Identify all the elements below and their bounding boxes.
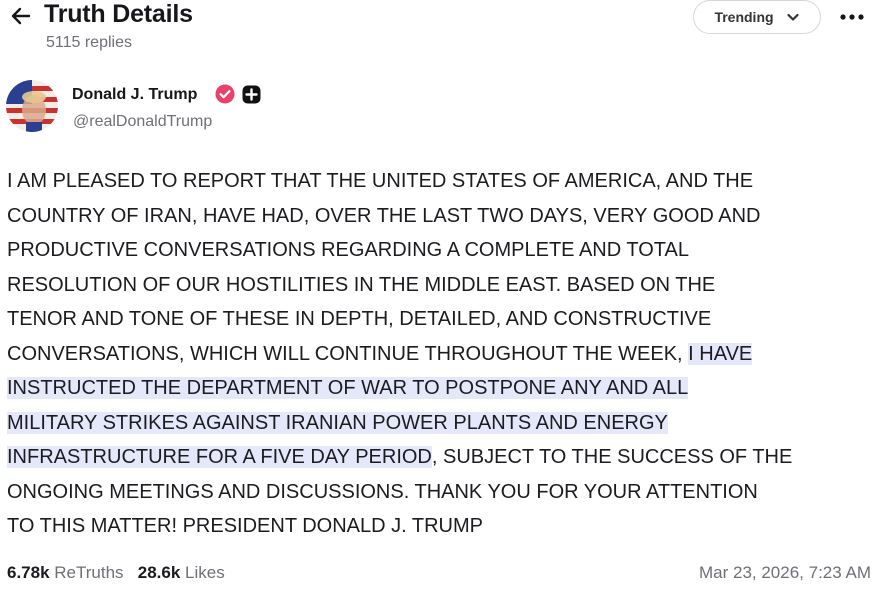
post-text-segment: RESOLUTION OF OUR HOSTILITIES IN THE MID… — [7, 273, 716, 296]
post-text-line: INSTRUCTED THE DEPARTMENT OF WAR TO POST… — [7, 371, 873, 406]
post-timestamp: Mar 23, 2026, 7:23 AM — [699, 563, 871, 582]
more-horizontal-icon — [840, 14, 864, 20]
more-options-button[interactable] — [836, 6, 868, 28]
post-text-line: I AM PLEASED TO REPORT THAT THE UNITED S… — [7, 164, 873, 199]
replies-count: 5115 replies — [46, 34, 132, 51]
post-text-line: PRODUCTIVE CONVERSATIONS REGARDING A COM… — [7, 233, 873, 268]
likes-stat[interactable]: 28.6k Likes — [138, 563, 225, 582]
arrow-left-icon — [11, 7, 31, 25]
highlighted-text: I HAVE — [688, 342, 753, 365]
highlighted-text: INFRASTRUCTURE FOR A FIVE DAY PERIOD — [7, 446, 432, 468]
post-stats: 6.78k ReTruths 28.6k Likes — [7, 563, 225, 583]
post-text-line: RESOLUTION OF OUR HOSTILITIES IN THE MID… — [7, 268, 873, 303]
author-handle[interactable]: @realDonaldTrump — [73, 113, 212, 131]
post-text-segment: CONVERSATIONS, WHICH WILL CONTINUE THROU… — [7, 342, 689, 365]
retruths-count: 6.78k — [7, 563, 50, 582]
highlighted-text: MILITARY STRIKES AGAINST IRANIAN POWER P… — [7, 411, 668, 434]
author-name[interactable]: Donald J. Trump — [72, 86, 197, 104]
post-text-line: ONGOING MEETINGS AND DISCUSSIONS. THANK … — [7, 475, 873, 510]
trending-label: Trending — [714, 9, 774, 25]
avatar[interactable] — [6, 80, 58, 132]
post-text-segment: COUNTRY OF IRAN, HAVE HAD, OVER THE LAST… — [7, 204, 761, 227]
post-text-segment: ONGOING MEETINGS AND DISCUSSIONS. THANK … — [7, 480, 758, 503]
likes-count: 28.6k — [137, 563, 181, 582]
page-header: Truth Details 5115 replies Trending — [0, 0, 873, 60]
retruths-stat[interactable]: 6.78k ReTruths — [7, 563, 124, 582]
chevron-down-icon — [786, 13, 799, 21]
likes-label: Likes — [185, 563, 225, 582]
post-text-line: TO THIS MATTER! PRESIDENT DONALD J. TRUM… — [7, 509, 873, 544]
post-text-segment: TO THIS MATTER! PRESIDENT DONALD J. TRUM… — [7, 515, 483, 537]
post-text-segment: , SUBJECT TO THE SUCCESS OF THE — [431, 446, 793, 468]
highlighted-text: INSTRUCTED THE DEPARTMENT OF WAR TO POST… — [7, 377, 689, 399]
post-text-segment: PRODUCTIVE CONVERSATIONS REGARDING A COM… — [7, 239, 689, 261]
post-body: I AM PLEASED TO REPORT THAT THE UNITED S… — [7, 164, 873, 544]
post-text-segment: I AM PLEASED TO REPORT THAT THE UNITED S… — [7, 170, 754, 192]
post-text-line: MILITARY STRIKES AGAINST IRANIAN POWER P… — [7, 406, 873, 441]
post-text-line: INFRASTRUCTURE FOR A FIVE DAY PERIOD, SU… — [7, 440, 873, 475]
plus-badge-icon — [242, 85, 261, 104]
post-text-segment: TENOR AND TONE OF THESE IN DEPTH, DETAIL… — [7, 308, 712, 330]
retruths-label: ReTruths — [54, 563, 124, 582]
post-text-line: COUNTRY OF IRAN, HAVE HAD, OVER THE LAST… — [7, 199, 873, 234]
trending-dropdown[interactable]: Trending — [693, 0, 821, 34]
post-text-line: CONVERSATIONS, WHICH WILL CONTINUE THROU… — [7, 337, 873, 372]
page-title: Truth Details — [44, 0, 193, 28]
truth-details-page: Truth Details 5115 replies Trending Dona… — [0, 0, 873, 594]
post-text-line: TENOR AND TONE OF THESE IN DEPTH, DETAIL… — [7, 302, 873, 337]
verified-badge-icon — [215, 84, 235, 104]
back-button[interactable] — [6, 2, 36, 30]
avatar-image — [6, 80, 58, 132]
